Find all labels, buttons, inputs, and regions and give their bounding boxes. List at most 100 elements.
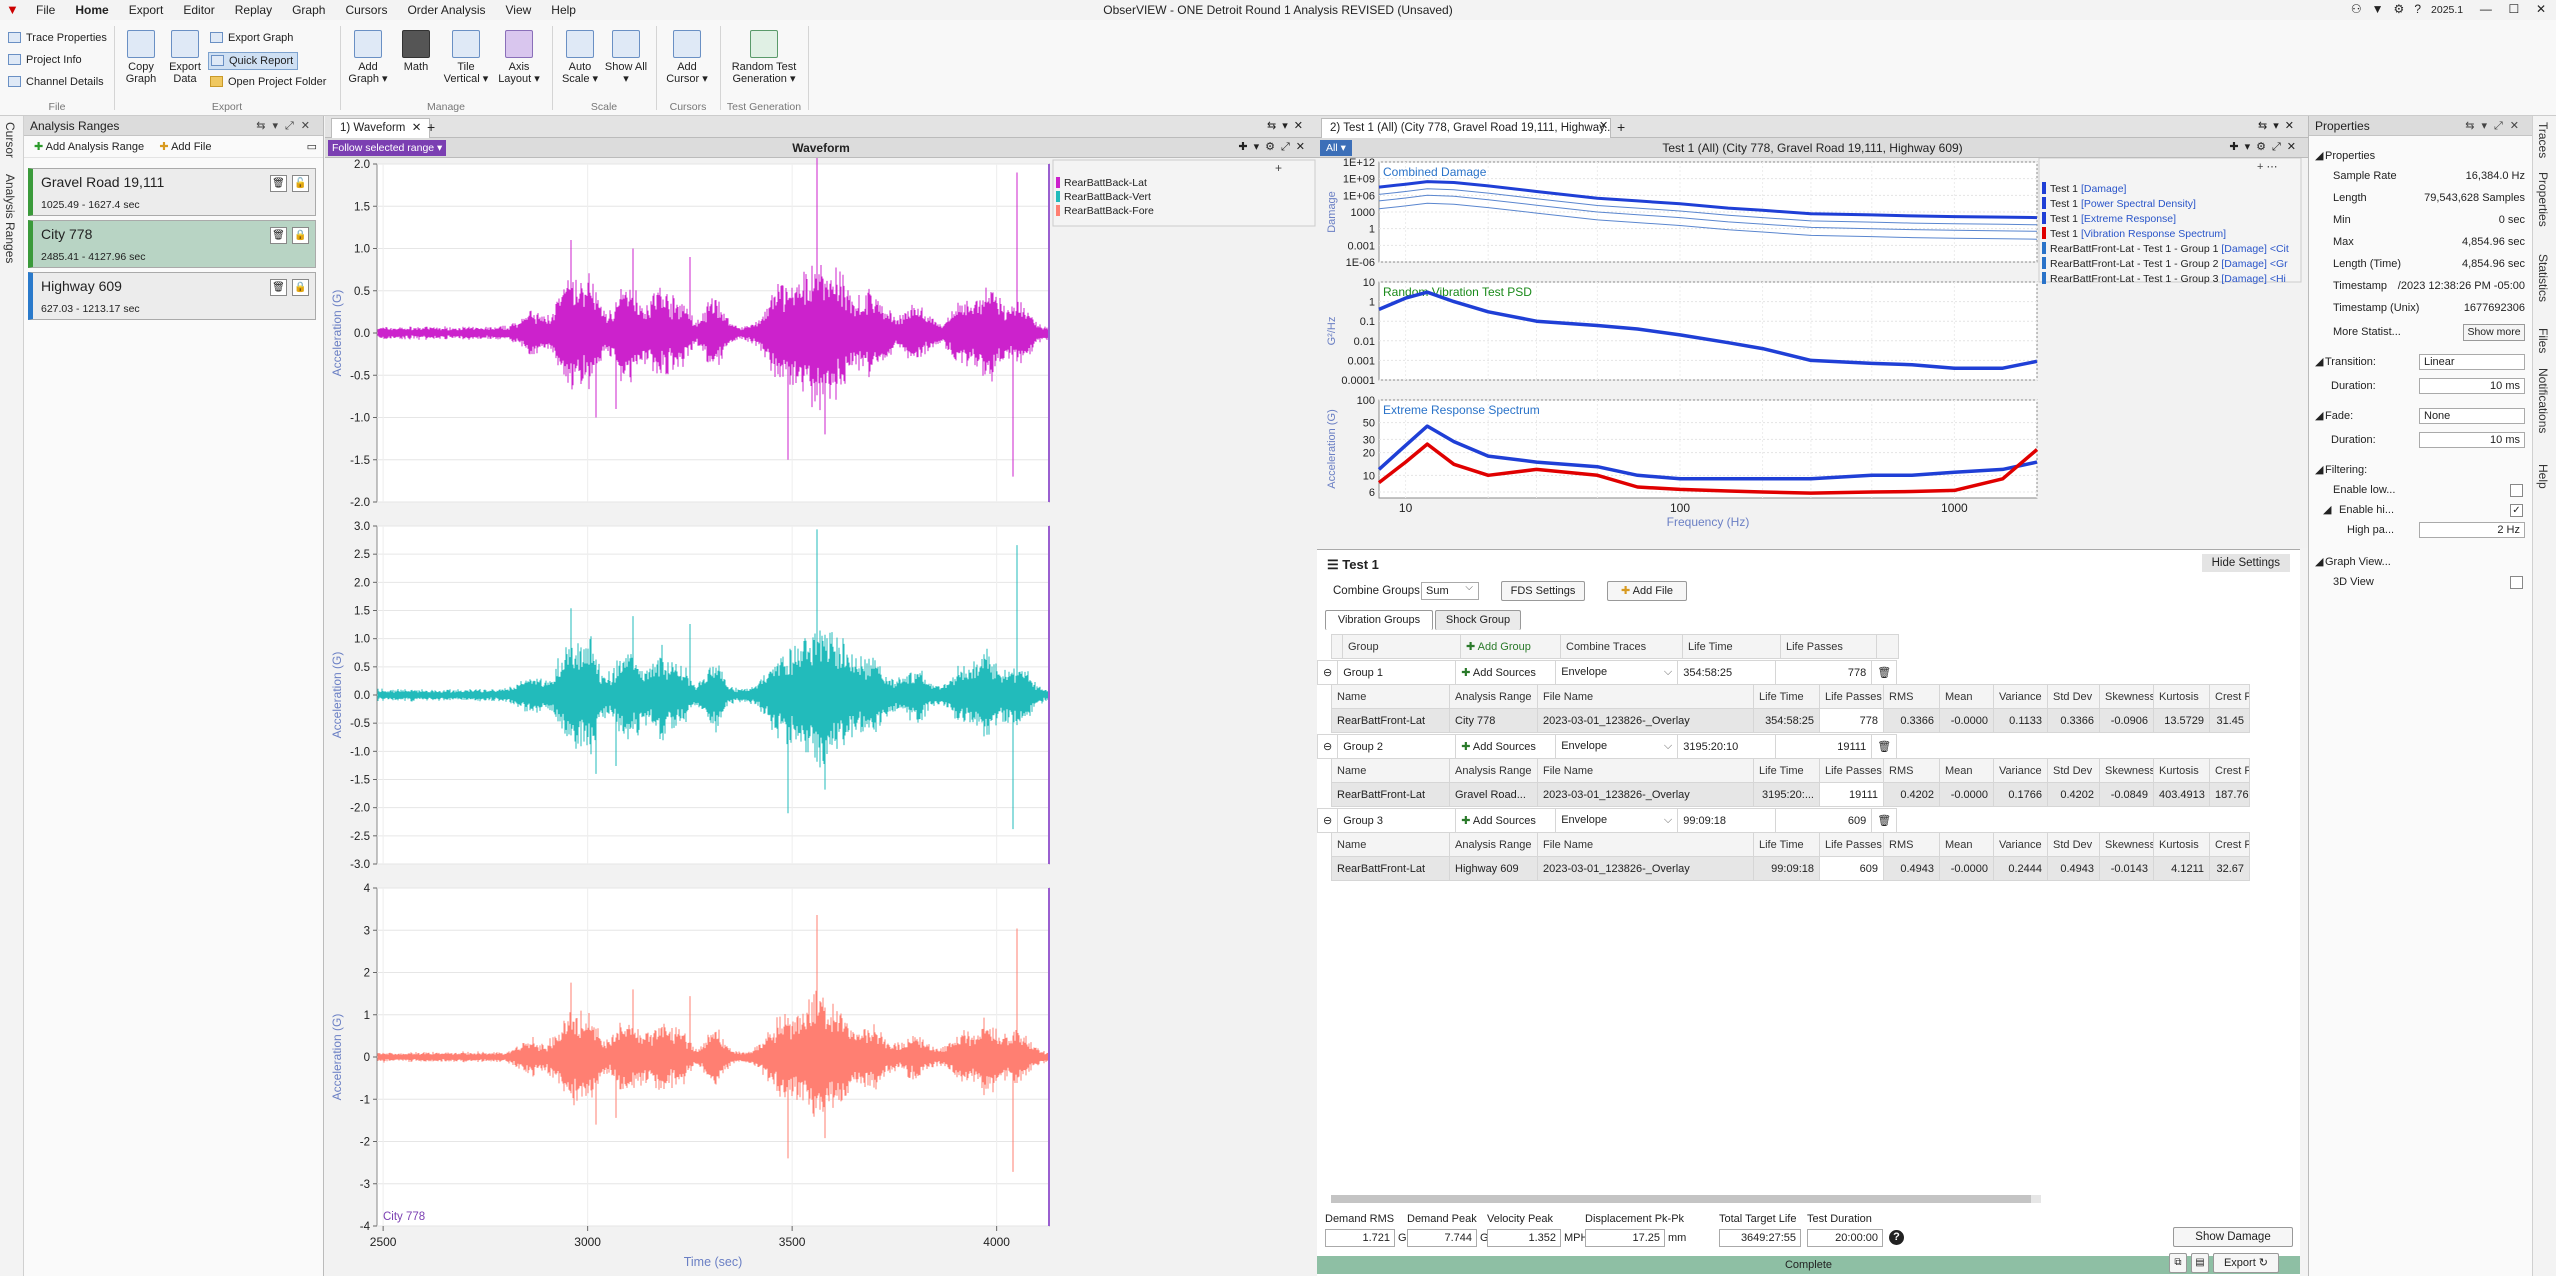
tile-vertical-button[interactable]: Tile Vertical ▾ <box>442 30 490 85</box>
view-3d-checkbox[interactable] <box>2510 576 2523 589</box>
column-header[interactable]: Std Dev <box>2047 758 2100 783</box>
panel-controls[interactable]: ⇆▾⤢✕ <box>2465 116 2526 136</box>
waveform-graph[interactable]: 2.0 1.5 1.0 0.5 0.0 -0.5 -1.0 -1.5 -2.0 Accelerat… <box>325 158 1317 1276</box>
delete-icon[interactable]: 🗑 <box>270 175 287 192</box>
waveform-pane-1[interactable]: 2.0 1.5 1.0 0.5 0.0 -0.5 -1.0 -1.5 -2.0 Accelerat… <box>330 158 1050 509</box>
chart-3[interactable]: 100 50 30 20 10 6 Extreme Response Spectrum Acc… <box>1326 395 2039 499</box>
column-header[interactable]: Analysis Range <box>1449 758 1538 783</box>
column-header[interactable]: File Name <box>1537 832 1754 857</box>
collapse-icon[interactable]: ◢ <box>2323 500 2331 520</box>
tab-waveform[interactable]: 1) Waveform ✕ <box>331 118 431 138</box>
graph-controls[interactable]: ✚▾⚙⤢✕ <box>2229 140 2302 154</box>
add-file-button[interactable]: ✚ Add File <box>159 141 211 153</box>
column-header[interactable]: File Name <box>1537 684 1754 709</box>
add-sources-button[interactable]: ✚ Add Sources <box>1455 808 1557 833</box>
group-row[interactable]: ⊖ Group 3 ✚ Add Sources Envelope ⌵ 99:09:18 6… <box>1316 808 1898 833</box>
column-header[interactable]: Kurtosis <box>2153 684 2210 709</box>
column-header[interactable]: Std Dev <box>2047 832 2100 857</box>
chart-1[interactable]: 1E+12 1E+09 1E+06 1000 1 0.001 1E-06 Combined D… <box>1326 158 2038 269</box>
tab-notifications[interactable]: Notifications <box>2536 368 2550 433</box>
column-header[interactable]: Life Time <box>1753 758 1820 783</box>
range-card-highway[interactable]: Highway 609 627.03 - 1213.17 sec 🗑 🔒 <box>28 272 316 320</box>
table-row[interactable]: RearBattFront-Lat Gravel Road... 2023-03-0… <box>1331 782 2250 807</box>
add-sources-button[interactable]: ✚ Add Sources <box>1455 734 1557 759</box>
column-header[interactable]: Life Passes <box>1819 832 1884 857</box>
tab-files[interactable]: Files <box>2536 328 2550 353</box>
combine-traces-select[interactable]: Envelope ⌵ <box>1555 660 1679 685</box>
document-controls[interactable]: ⇆▾✕ <box>2258 119 2300 132</box>
tab-cursor[interactable]: Cursor <box>3 122 17 158</box>
fade-duration-input[interactable]: 10 ms <box>2419 432 2525 448</box>
menu-icon[interactable]: ☰ <box>1327 557 1339 572</box>
delete-icon[interactable]: 🗑 <box>1871 808 1898 833</box>
column-header[interactable]: Skewness <box>2099 758 2154 783</box>
column-header[interactable]: Std Dev <box>2047 684 2100 709</box>
transition-select[interactable]: Linear <box>2419 354 2525 370</box>
show-damage-button[interactable]: Show Damage <box>2173 1227 2293 1247</box>
add-analysis-range-button[interactable]: ✚ Add Analysis Range <box>34 141 144 153</box>
graph-controls[interactable]: ✚▾⚙⤢✕ <box>1238 140 1311 154</box>
lock-icon[interactable]: 🔒 <box>292 227 309 244</box>
panel-controls[interactable]: ⇆▾⤢✕ <box>256 116 317 136</box>
column-header[interactable]: Kurtosis <box>2153 832 2210 857</box>
column-header[interactable]: Crest F <box>2209 758 2250 783</box>
add-graph-button[interactable]: Add Graph ▾ <box>346 30 390 85</box>
document-controls[interactable]: ⇆▾✕ <box>1267 119 1309 132</box>
column-header[interactable]: Name <box>1331 684 1450 709</box>
properties-section[interactable]: ◢ Properties <box>2309 146 2533 166</box>
collapse-icon[interactable]: ◢ <box>2315 552 2323 572</box>
column-header[interactable]: Mean <box>1939 758 1994 783</box>
delete-icon[interactable]: 🗑 <box>270 227 287 244</box>
add-group-button[interactable]: Add Group <box>1478 641 1531 653</box>
close-icon[interactable]: ✕ <box>1599 119 1608 132</box>
legend-add-icon[interactable]: + ⋯ <box>2257 161 2277 173</box>
new-tab-icon[interactable]: + <box>427 119 435 135</box>
collapse-icon[interactable]: ⊖ <box>1316 660 1339 685</box>
help-icon[interactable]: ? <box>2414 2 2421 16</box>
column-header[interactable]: Kurtosis <box>2153 758 2210 783</box>
group-row[interactable]: ⊖ Group 2 ✚ Add Sources Envelope ⌵ 3195:20:1… <box>1316 734 1898 759</box>
table-row[interactable]: RearBattFront-Lat City 778 2023-03-01_1238… <box>1331 708 2250 733</box>
range-card-city[interactable]: City 778 2485.41 - 4127.96 sec 🗑 🔒 <box>28 220 316 268</box>
close-icon[interactable]: ✕ <box>2536 2 2546 16</box>
axis-layout-button[interactable]: Axis Layout ▾ <box>494 30 544 85</box>
column-header[interactable]: Mean <box>1939 684 1994 709</box>
column-header[interactable]: Variance <box>1993 684 2048 709</box>
column-header[interactable]: Life Passes <box>1819 684 1884 709</box>
help-icon[interactable]: ? <box>1889 1230 1904 1245</box>
high-pass-input[interactable]: 2 Hz <box>2419 522 2525 538</box>
tab-help[interactable]: Help <box>2536 464 2550 489</box>
column-header[interactable]: RMS <box>1883 684 1940 709</box>
export-data-button[interactable]: Export Data <box>164 30 206 85</box>
collapse-icon[interactable]: ◢ <box>2315 406 2323 426</box>
group-row[interactable]: ⊖ Group 1 ✚ Add Sources Envelope ⌵ 354:58:25… <box>1316 660 1898 685</box>
delete-icon[interactable]: 🗑 <box>270 279 287 296</box>
column-header[interactable]: Name <box>1331 758 1450 783</box>
column-header[interactable]: Skewness <box>2099 832 2154 857</box>
column-header[interactable]: File Name <box>1537 758 1754 783</box>
close-icon[interactable]: ✕ <box>412 122 422 134</box>
waveform-pane-2[interactable]: 3.0 2.5 2.0 1.5 1.0 0.5 0.0 -0.5 -1.0 -1.5 -2.0 -2.… <box>330 521 1050 871</box>
tab-traces[interactable]: Traces <box>2536 122 2550 158</box>
combine-groups-select[interactable]: Sum <box>1421 580 1479 600</box>
collapse-icon[interactable]: ⊖ <box>1316 808 1339 833</box>
waveform-pane-3[interactable]: 4 3 2 1 0 -1 -2 -3 -4 Acceleration (G) <box>330 883 1050 1233</box>
delete-icon[interactable]: 🗑 <box>1871 660 1898 685</box>
collapse-icon[interactable]: ◢ <box>2315 146 2323 166</box>
column-header[interactable]: Mean <box>1939 832 1994 857</box>
column-header[interactable]: Crest F <box>2209 684 2250 709</box>
new-tab-icon[interactable]: + <box>1617 119 1625 135</box>
column-header[interactable]: Variance <box>1993 758 2048 783</box>
tab-analysis-ranges[interactable]: Analysis Ranges <box>3 174 17 263</box>
show-all-button[interactable]: Show All ▾ <box>604 30 648 85</box>
save-icon[interactable]: ▤ <box>2191 1253 2209 1273</box>
tab-vibration-groups[interactable]: Vibration Groups <box>1325 610 1433 630</box>
column-header[interactable]: Analysis Range <box>1449 832 1538 857</box>
unlock-icon[interactable]: 🔓 <box>292 175 309 192</box>
column-header[interactable]: RMS <box>1883 832 1940 857</box>
column-header[interactable]: Analysis Range <box>1449 684 1538 709</box>
column-header[interactable]: Crest F <box>2209 832 2250 857</box>
tab-statistics[interactable]: Statistics <box>2536 254 2550 302</box>
project-info-button[interactable]: Project Info <box>8 52 82 68</box>
fds-settings-button[interactable]: FDS Settings <box>1501 581 1585 601</box>
